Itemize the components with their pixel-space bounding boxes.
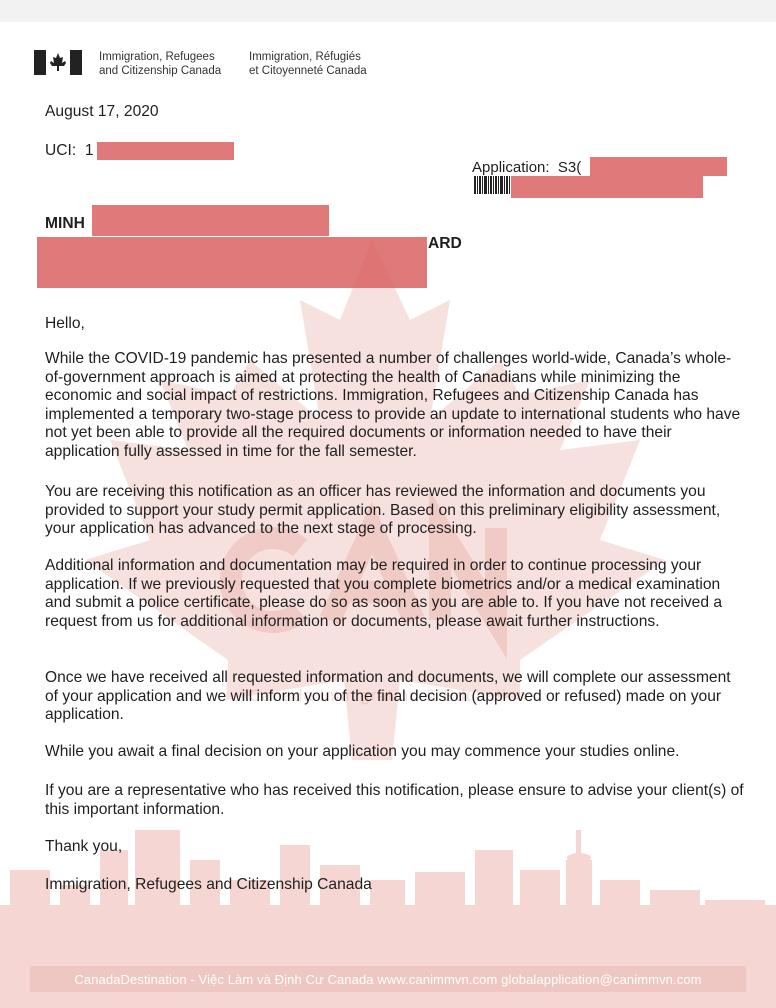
address-redaction xyxy=(37,237,427,288)
uci-prefix: 1 xyxy=(84,142,94,159)
uci-line: UCI: 1 xyxy=(45,142,94,161)
paragraph-1: While the COVID-19 pandemic has presente… xyxy=(45,350,741,460)
greeting: Hello, xyxy=(45,315,85,332)
dept-fr-line1: Immigration, Réfugiés xyxy=(249,51,361,63)
letter-date: August 17, 2020 xyxy=(45,103,159,120)
dept-en-line1: Immigration, Refugees xyxy=(99,51,215,63)
uci-label: UCI: xyxy=(45,142,77,159)
barcode-icon xyxy=(474,176,510,194)
top-shade xyxy=(0,0,776,22)
recipient-name: MINH xyxy=(45,215,85,232)
paragraph-6: If you are a representative who has rece… xyxy=(45,782,744,818)
department-name-en: Immigration, Refugees and Citizenship Ca… xyxy=(99,50,221,78)
signature: Immigration, Refugees and Citizenship Ca… xyxy=(45,876,372,893)
application-redaction xyxy=(590,157,727,176)
paragraph-2: You are receiving this notification as a… xyxy=(45,483,721,537)
dept-en-line2: and Citizenship Canada xyxy=(99,65,222,77)
address-fragment: ARD xyxy=(428,235,462,252)
application-prefix: S3( xyxy=(557,159,582,176)
uci-redaction xyxy=(97,142,234,160)
canada-flag-icon xyxy=(34,50,82,75)
application-label: Application: xyxy=(472,159,550,176)
paragraph-5: While you await a final decision on your… xyxy=(45,743,680,760)
closing: Thank you, xyxy=(45,838,123,855)
name-redaction xyxy=(92,205,329,236)
watermark-footer-text: CanadaDestination - Việc Làm và Định Cư … xyxy=(74,972,702,987)
department-name-fr: Immigration, Réfugiés et Citoyenneté Can… xyxy=(249,50,367,78)
paragraph-4: Once we have received all requested info… xyxy=(45,669,731,723)
barcode-redaction xyxy=(511,176,703,198)
application-line: Application: S3( xyxy=(472,159,581,178)
paragraph-3: Additional information and documentation… xyxy=(45,557,723,630)
dept-fr-line2: et Citoyenneté Canada xyxy=(249,65,367,77)
